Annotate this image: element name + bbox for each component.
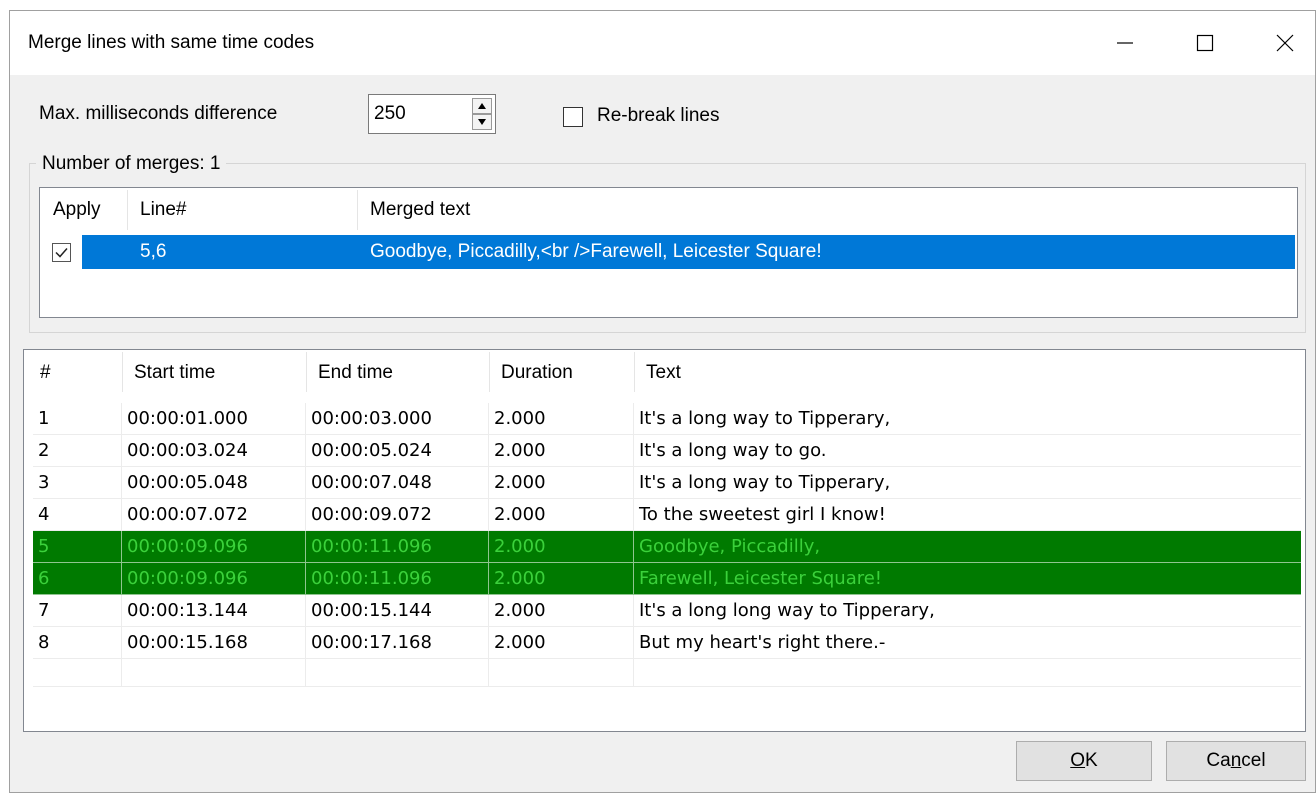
title-bar[interactable]: Merge lines with same time codes xyxy=(10,11,1315,75)
subtitle-row-merged[interactable]: 6 00:00:09.096 00:00:11.096 2.000 Farewe… xyxy=(33,563,1301,595)
subtitle-row-merged[interactable]: 5 00:00:09.096 00:00:11.096 2.000 Goodby… xyxy=(33,531,1301,563)
row-number: 6 xyxy=(33,563,122,594)
merge-dialog-window: Merge lines with same time codes Max. mi… xyxy=(9,10,1316,793)
row-text: It's a long long way to Tipperary, xyxy=(639,600,935,621)
row-number: 8 xyxy=(33,627,122,658)
row-end-time: 00:00:17.168 xyxy=(306,627,489,658)
cancel-label-accel: n xyxy=(1230,750,1242,771)
row-text: It's a long way to Tipperary, xyxy=(639,472,891,493)
apply-checkbox[interactable] xyxy=(52,243,71,262)
subtitle-row-empty xyxy=(33,659,1301,687)
merges-count-label: Number of merges: 1 xyxy=(36,153,227,175)
row-end-time: 00:00:11.096 xyxy=(306,531,489,562)
ok-label-accel: O xyxy=(1070,750,1086,771)
merge-row-lines: 5,6 xyxy=(140,241,167,262)
row-number: 2 xyxy=(33,435,122,466)
row-duration: 2.000 xyxy=(489,531,634,562)
subtitle-row[interactable]: 3 00:00:05.048 00:00:07.048 2.000 It's a… xyxy=(33,467,1301,499)
column-header-line[interactable]: Line# xyxy=(127,188,357,232)
column-header-number[interactable]: # xyxy=(28,350,123,396)
row-end-time: 00:00:11.096 xyxy=(306,563,489,594)
column-header-start-time[interactable]: Start time xyxy=(122,350,306,396)
subtitle-row[interactable]: 7 00:00:13.144 00:00:15.144 2.000 It's a… xyxy=(33,595,1301,627)
row-end-time: 00:00:03.000 xyxy=(306,403,489,434)
spin-up-button[interactable] xyxy=(472,98,492,114)
triangle-up-icon xyxy=(478,103,486,109)
row-end-time: 00:00:09.072 xyxy=(306,499,489,530)
row-start-time: 00:00:01.000 xyxy=(122,403,306,434)
row-duration: 2.000 xyxy=(489,403,634,434)
subtitle-list-header: # Start time End time Duration Text xyxy=(24,350,1305,396)
empty-cell xyxy=(122,659,306,686)
window-title: Merge lines with same time codes xyxy=(28,32,315,53)
row-start-time: 00:00:03.024 xyxy=(122,435,306,466)
row-text: Goodbye, Piccadilly, xyxy=(639,536,821,557)
row-text: Farewell, Leicester Square! xyxy=(639,568,883,589)
cancel-label-pre: Ca xyxy=(1206,750,1231,771)
subtitle-row[interactable]: 4 00:00:07.072 00:00:09.072 2.000 To the… xyxy=(33,499,1301,531)
row-duration: 2.000 xyxy=(489,627,634,658)
row-start-time: 00:00:15.168 xyxy=(122,627,306,658)
row-number: 1 xyxy=(33,403,122,434)
row-start-time: 00:00:13.144 xyxy=(122,595,306,626)
cancel-button[interactable]: Ca n cel xyxy=(1166,741,1306,781)
row-duration: 2.000 xyxy=(489,467,634,498)
merge-row[interactable]: 5,6 Goodbye, Piccadilly,<br />Farewell, … xyxy=(82,235,1295,269)
column-header-merged-text[interactable]: Merged text xyxy=(357,188,1257,232)
merge-row-text: Goodbye, Piccadilly,<br />Farewell, Leic… xyxy=(370,241,822,262)
max-ms-label: Max. milliseconds difference xyxy=(39,103,278,124)
empty-cell xyxy=(489,659,634,686)
row-end-time: 00:00:07.048 xyxy=(306,467,489,498)
spin-down-button[interactable] xyxy=(472,114,492,130)
close-icon xyxy=(1276,34,1294,52)
empty-cell xyxy=(306,659,489,686)
max-ms-spinner[interactable]: 250 xyxy=(368,94,496,134)
subtitle-row[interactable]: 1 00:00:01.000 00:00:03.000 2.000 It's a… xyxy=(33,403,1301,435)
row-start-time: 00:00:07.072 xyxy=(122,499,306,530)
row-end-time: 00:00:15.144 xyxy=(306,595,489,626)
subtitle-row[interactable]: 2 00:00:03.024 00:00:05.024 2.000 It's a… xyxy=(33,435,1301,467)
max-ms-value[interactable]: 250 xyxy=(374,103,406,125)
close-button[interactable] xyxy=(1250,11,1316,75)
merges-header: Apply Line# Merged text xyxy=(40,188,1297,232)
empty-cell xyxy=(634,659,1301,686)
merges-list[interactable]: Apply Line# Merged text 5,6 Goodbye, Pic… xyxy=(39,187,1298,318)
maximize-icon xyxy=(1196,34,1214,52)
row-duration: 2.000 xyxy=(489,499,634,530)
row-start-time: 00:00:09.096 xyxy=(122,563,306,594)
column-header-apply[interactable]: Apply xyxy=(40,188,127,232)
column-header-duration[interactable]: Duration xyxy=(489,350,634,396)
column-header-text[interactable]: Text xyxy=(634,350,1294,396)
row-duration: 2.000 xyxy=(489,595,634,626)
row-number: 5 xyxy=(33,531,122,562)
row-end-time: 00:00:05.024 xyxy=(306,435,489,466)
rebreak-label[interactable]: Re-break lines xyxy=(597,105,720,127)
checkmark-icon xyxy=(55,248,68,258)
rebreak-checkbox[interactable] xyxy=(563,107,583,127)
row-text: It's a long way to go. xyxy=(639,440,827,461)
row-number: 7 xyxy=(33,595,122,626)
row-start-time: 00:00:09.096 xyxy=(122,531,306,562)
row-text: To the sweetest girl I know! xyxy=(639,504,886,525)
minimize-icon xyxy=(1117,42,1133,44)
row-duration: 2.000 xyxy=(489,435,634,466)
column-header-end-time[interactable]: End time xyxy=(306,350,489,396)
maximize-button[interactable] xyxy=(1170,11,1240,75)
minimize-button[interactable] xyxy=(1090,11,1160,75)
row-text: It's a long way to Tipperary, xyxy=(639,408,891,429)
ok-button[interactable]: OK xyxy=(1016,741,1152,781)
row-text: But my heart's right there.- xyxy=(639,632,886,653)
row-start-time: 00:00:05.048 xyxy=(122,467,306,498)
triangle-down-icon xyxy=(478,119,486,125)
row-number: 3 xyxy=(33,467,122,498)
row-duration: 2.000 xyxy=(489,563,634,594)
empty-cell xyxy=(33,659,122,686)
cancel-label-post: cel xyxy=(1241,750,1266,771)
ok-label-post: K xyxy=(1085,750,1098,771)
row-number: 4 xyxy=(33,499,122,530)
subtitle-row[interactable]: 8 00:00:15.168 00:00:17.168 2.000 But my… xyxy=(33,627,1301,659)
subtitle-list[interactable]: # Start time End time Duration Text 1 00… xyxy=(23,349,1306,732)
